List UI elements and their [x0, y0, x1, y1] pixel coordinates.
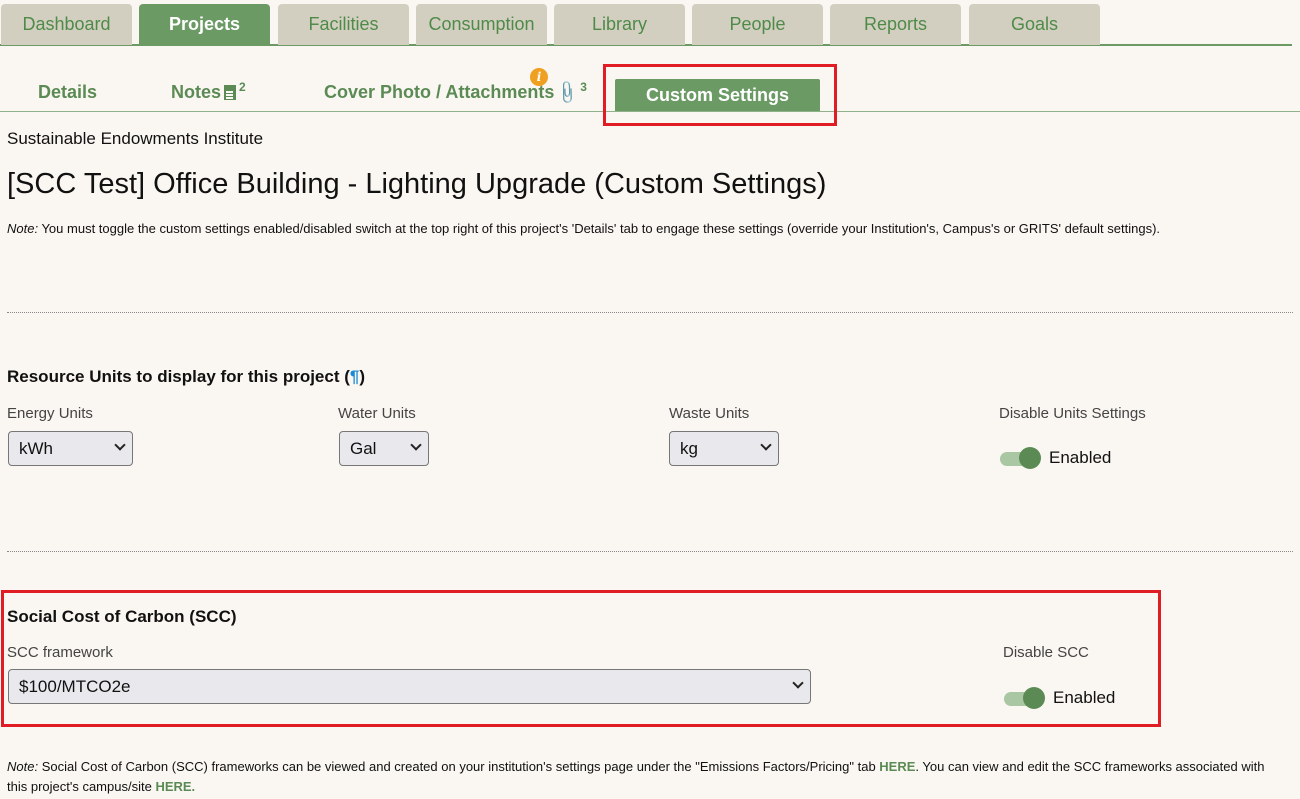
subtab-notes-label: Notes [171, 82, 222, 102]
tab-projects[interactable]: Projects [139, 4, 270, 45]
campus-here-link[interactable]: HERE. [155, 779, 195, 794]
note-label: Note: [7, 759, 39, 774]
top-nav: Dashboard Projects Facilities Consumptio… [0, 0, 1292, 46]
attachments-count: 3 [580, 79, 587, 94]
highlight-box-custom-settings [603, 64, 837, 126]
disable-units-label: Disable Units Settings [999, 405, 1146, 422]
notes-count: 2 [239, 79, 246, 94]
chevron-down-icon [792, 677, 804, 689]
scc-note: Note: Social Cost of Carbon (SCC) framew… [7, 757, 1287, 797]
info-icon[interactable]: i [530, 68, 548, 86]
paperclip-icon: 📎 [553, 79, 581, 106]
energy-units-select[interactable]: kWh [8, 431, 133, 466]
pilcrow-icon[interactable]: ¶ [350, 367, 359, 386]
units-toggle-label: Enabled [1049, 448, 1112, 467]
units-toggle[interactable] [1000, 447, 1041, 469]
settings-here-link[interactable]: HERE [879, 759, 915, 774]
page-title: [SCC Test] Office Building - Lighting Up… [7, 168, 827, 200]
chevron-down-icon [410, 439, 422, 451]
tab-facilities[interactable]: Facilities [278, 4, 409, 45]
waste-units-value: kg [680, 438, 698, 458]
resource-units-heading-end: ) [359, 367, 366, 386]
divider [7, 551, 1293, 552]
scc-heading: Social Cost of Carbon (SCC) [7, 607, 237, 626]
document-icon [224, 85, 237, 100]
tab-reports[interactable]: Reports [830, 4, 961, 45]
scc-framework-select[interactable]: $100/MTCO2e [8, 669, 811, 704]
note-text: You must toggle the custom settings enab… [38, 221, 1161, 236]
scc-framework-value: $100/MTCO2e [19, 676, 131, 696]
divider [7, 312, 1293, 313]
scc-framework-label: SCC framework [7, 644, 113, 661]
energy-units-label: Energy Units [7, 405, 93, 422]
waste-units-label: Waste Units [669, 405, 750, 422]
tab-people[interactable]: People [692, 4, 823, 45]
water-units-label: Water Units [338, 405, 416, 422]
subtab-attachments-label: Cover Photo / Attachments [324, 82, 555, 102]
resource-units-heading: Resource Units to display for this proje… [7, 367, 365, 387]
tab-library[interactable]: Library [554, 4, 685, 45]
subtab-details-label: Details [38, 82, 98, 102]
organization-name: Sustainable Endowments Institute [7, 129, 264, 148]
subtab-attachments[interactable]: Cover Photo / Attachments 📎 3 [324, 79, 587, 106]
scc-toggle[interactable] [1004, 687, 1045, 709]
energy-units-value: kWh [19, 438, 53, 458]
tab-dashboard[interactable]: Dashboard [1, 4, 132, 45]
tab-consumption[interactable]: Consumption [416, 4, 547, 45]
scc-toggle-label: Enabled [1053, 688, 1116, 707]
chevron-down-icon [760, 439, 772, 451]
waste-units-select[interactable]: kg [669, 431, 779, 466]
chevron-down-icon [114, 439, 126, 451]
note-label: Note: [7, 221, 39, 236]
disable-scc-label: Disable SCC [1003, 644, 1089, 661]
water-units-value: Gal [350, 438, 377, 458]
resource-units-heading-text: Resource Units to display for this proje… [7, 367, 350, 386]
toggle-knob [1019, 447, 1041, 469]
custom-settings-note: Note: You must toggle the custom setting… [7, 221, 1160, 236]
water-units-select[interactable]: Gal [339, 431, 429, 466]
subtab-notes[interactable]: Notes 2 [171, 79, 246, 103]
tab-goals[interactable]: Goals [969, 4, 1100, 45]
toggle-knob [1023, 687, 1045, 709]
note-text-a: Social Cost of Carbon (SCC) frameworks c… [38, 759, 880, 774]
subtab-details[interactable]: Details [38, 82, 97, 103]
